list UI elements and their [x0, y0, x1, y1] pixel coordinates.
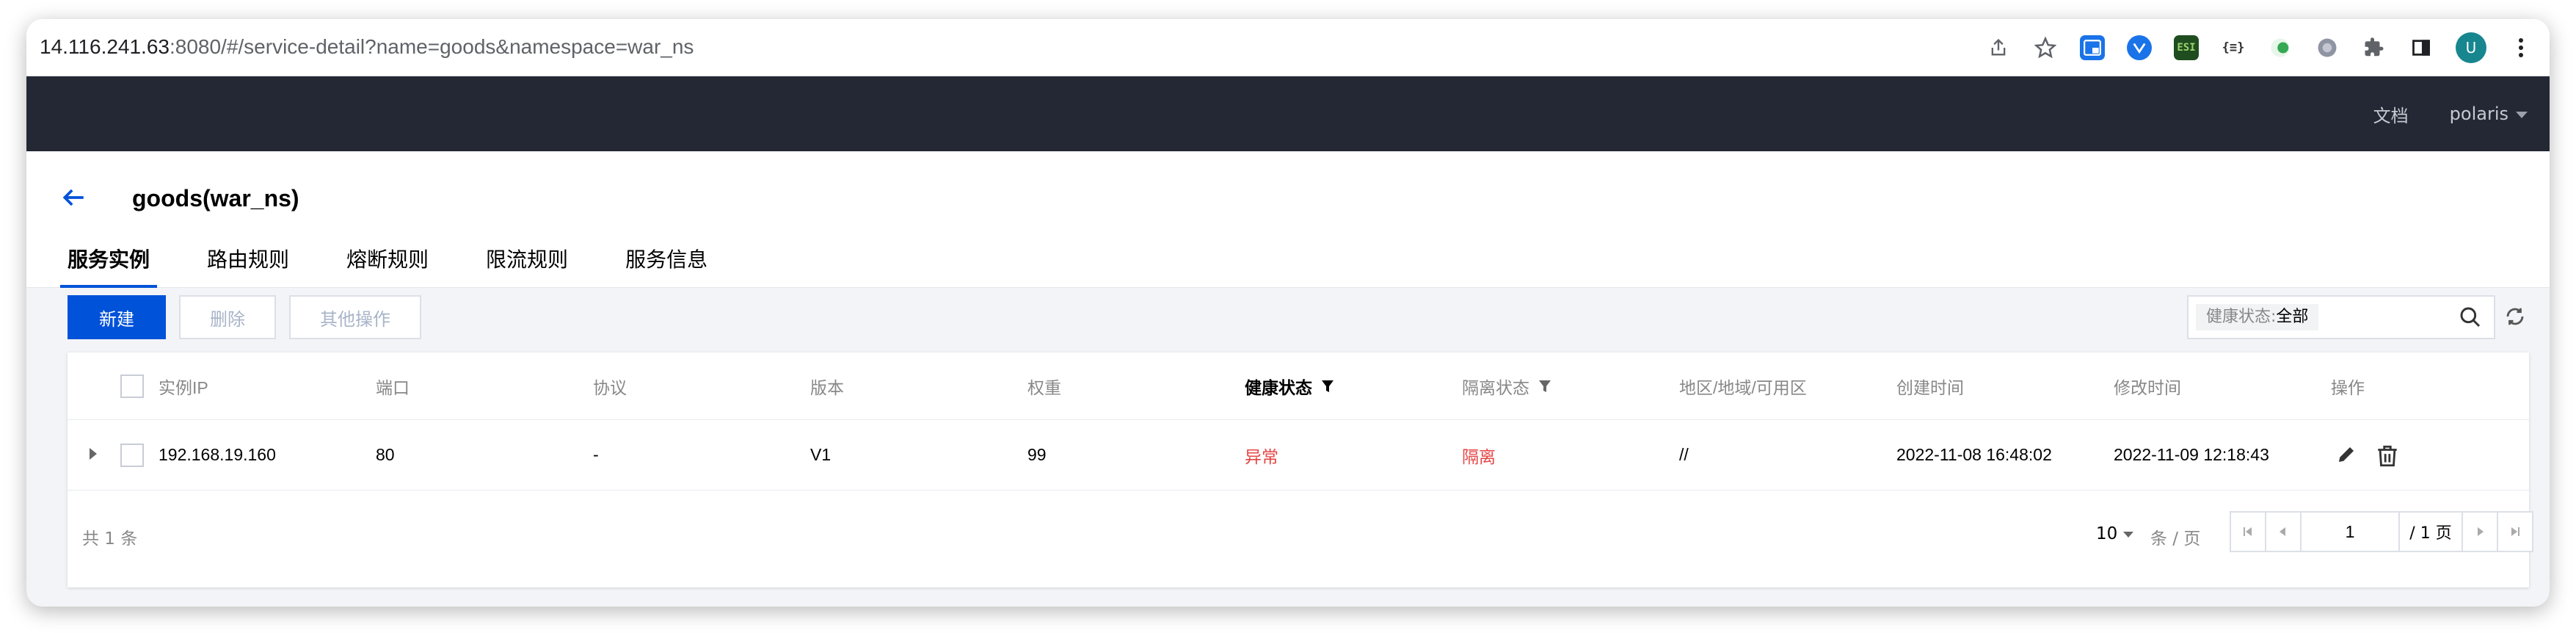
col-actions: 操作	[2331, 377, 2365, 397]
instance-table-card: 实例IP 端口 协议 版本 权重 健康状态 隔离状态 地区/地域/可用区 创建时…	[68, 352, 2533, 587]
filter-key: 健康状态:	[2206, 308, 2277, 326]
col-modified: 修改时间	[2114, 377, 2181, 397]
cell-isolate-status: 隔离	[1462, 446, 1496, 466]
filter-value: 全部	[2276, 308, 2309, 326]
col-ip: 实例IP	[159, 377, 208, 397]
browser-actions: ESI {≡} U	[1986, 31, 2533, 65]
cell-health-status: 异常	[1245, 446, 1278, 466]
tab-circuit-breaker-rules[interactable]: 熔断规则	[346, 247, 429, 288]
col-port: 端口	[376, 377, 410, 397]
back-arrow-icon[interactable]	[62, 185, 91, 214]
page-header: goods(war_ns) 服务实例 路由规则 熔断规则 限流规则 服务信息	[26, 151, 2550, 288]
more-actions-button[interactable]: 其他操作	[289, 295, 421, 339]
table-row: 192.168.19.160 80 - V1 99 异常 隔离 // 2022-…	[68, 420, 2529, 491]
user-menu[interactable]: polaris	[2450, 104, 2528, 124]
chevron-down-icon	[2516, 111, 2528, 118]
chevron-down-icon	[2123, 531, 2134, 538]
green-extension-icon[interactable]	[2268, 35, 2293, 60]
page-size-unit: 条 / 页	[2150, 529, 2201, 549]
share-icon[interactable]	[1986, 35, 2011, 60]
col-region: 地区/地域/可用区	[1679, 377, 1807, 397]
prev-page-icon[interactable]	[2265, 511, 2302, 552]
delete-button[interactable]: 删除	[179, 295, 276, 339]
col-version: 版本	[810, 377, 844, 397]
filter-search-input[interactable]: 健康状态:全部	[2187, 295, 2495, 339]
col-health-status[interactable]: 健康状态	[1245, 352, 1334, 419]
cell-region: //	[1679, 445, 1689, 464]
total-count: 共 1 条	[82, 529, 138, 549]
app-top-nav: 文档 polaris	[26, 76, 2550, 151]
next-page-icon[interactable]	[2462, 511, 2498, 552]
search-icon[interactable]	[2459, 305, 2484, 330]
col-isolate-label: 隔离状态	[1462, 377, 1529, 397]
tab-bar: 服务实例 路由规则 熔断规则 限流规则 服务信息	[59, 247, 707, 288]
cell-ip: 192.168.19.160	[159, 445, 276, 464]
new-button[interactable]: 新建	[68, 295, 166, 339]
tab-rate-limit-rules[interactable]: 限流规则	[486, 247, 568, 288]
star-icon[interactable]	[2033, 35, 2058, 60]
tab-service-instances[interactable]: 服务实例	[59, 247, 158, 288]
top-nav-right: 文档 polaris	[2373, 76, 2528, 151]
browser-window: 14.116.241.63:8080/#/service-detail?name…	[26, 19, 2550, 607]
puzzle-icon[interactable]	[2362, 35, 2387, 60]
page-count: / 1 页	[2398, 511, 2463, 552]
col-isolate-status[interactable]: 隔离状态	[1462, 352, 1551, 419]
cell-version: V1	[810, 445, 832, 464]
select-all-checkbox[interactable]	[120, 375, 144, 398]
filter-icon[interactable]	[1538, 379, 1551, 394]
url-host: 14.116.241.63	[40, 35, 170, 58]
cell-weight: 99	[1027, 445, 1047, 464]
col-health-label: 健康状态	[1245, 377, 1312, 397]
col-created: 创建时间	[1896, 377, 1964, 397]
col-protocol: 协议	[593, 377, 627, 397]
pagination: 共 1 条 10 条 / 页 / 1 页	[68, 491, 2533, 587]
esi-extension-icon[interactable]: ESI	[2174, 35, 2199, 60]
docs-link[interactable]: 文档	[2373, 101, 2409, 127]
col-weight: 权重	[1027, 377, 1061, 397]
filter-icon[interactable]	[1321, 379, 1334, 394]
table-header: 实例IP 端口 协议 版本 权重 健康状态 隔离状态 地区/地域/可用区 创建时…	[68, 352, 2529, 420]
row-checkbox[interactable]	[120, 444, 144, 467]
tab-service-info[interactable]: 服务信息	[625, 247, 707, 288]
delete-icon[interactable]	[2375, 444, 2400, 469]
first-page-icon[interactable]	[2230, 511, 2266, 552]
menu-icon[interactable]	[2508, 35, 2533, 60]
grey-extension-icon[interactable]	[2315, 35, 2340, 60]
cell-created: 2022-11-08 16:48:02	[1896, 445, 2052, 464]
page-size-value: 10	[2096, 524, 2118, 543]
address-bar[interactable]: 14.116.241.63:8080/#/service-detail?name…	[40, 35, 694, 59]
filter-tag[interactable]: 健康状态:全部	[2196, 304, 2319, 330]
username: polaris	[2449, 104, 2508, 124]
edit-icon[interactable]	[2335, 444, 2360, 469]
window-extension-icon[interactable]	[2080, 35, 2105, 60]
json-viewer-icon[interactable]: {≡}	[2221, 35, 2246, 60]
profile-avatar[interactable]: U	[2456, 32, 2486, 63]
url-path: :8080/#/service-detail?name=goods&namesp…	[169, 35, 694, 58]
page-title: goods(war_ns)	[132, 185, 299, 211]
tab-routing-rules[interactable]: 路由规则	[207, 247, 289, 288]
last-page-icon[interactable]	[2497, 511, 2533, 552]
page-number-input[interactable]	[2302, 511, 2398, 552]
vue-devtools-icon[interactable]	[2127, 35, 2152, 60]
sidebar-icon[interactable]	[2409, 35, 2434, 60]
cell-protocol: -	[593, 445, 599, 464]
refresh-icon[interactable]	[2504, 305, 2529, 330]
cell-modified: 2022-11-09 12:18:43	[2114, 445, 2269, 464]
page-size-select[interactable]: 10	[2096, 524, 2134, 543]
cell-port: 80	[376, 445, 395, 464]
expand-row-icon[interactable]	[90, 448, 97, 460]
browser-toolbar: 14.116.241.63:8080/#/service-detail?name…	[26, 19, 2550, 76]
